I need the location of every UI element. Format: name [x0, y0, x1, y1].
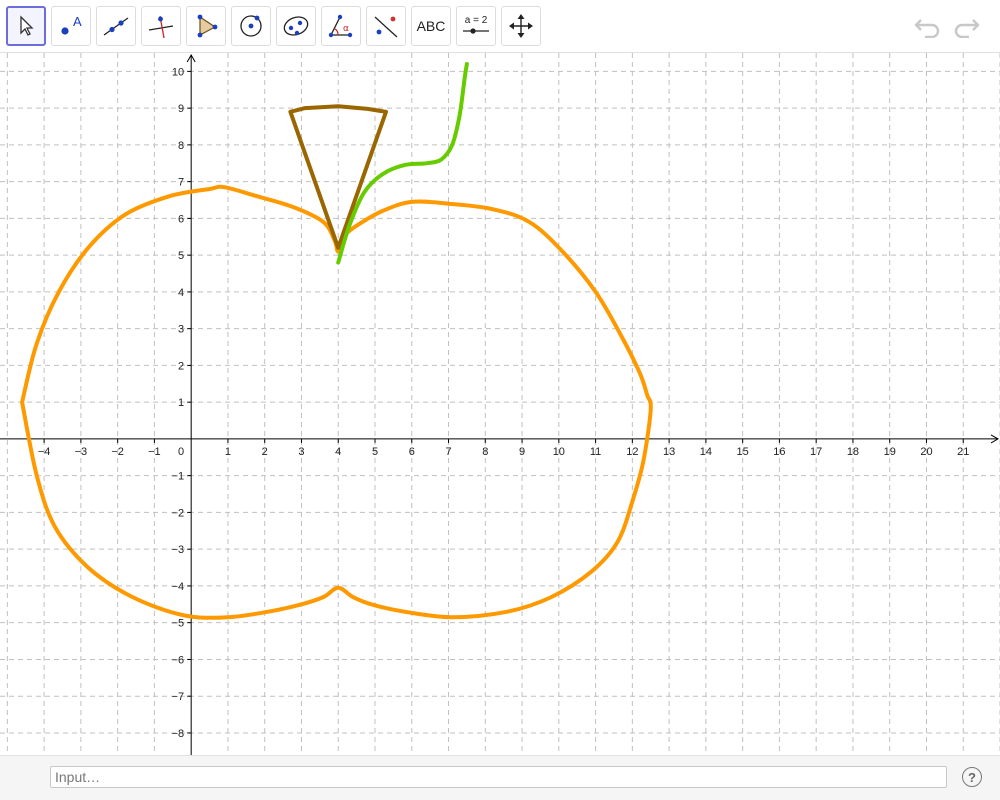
help-icon: ?: [968, 769, 976, 785]
y-tick-label: −3: [172, 544, 185, 556]
circle-tool[interactable]: [231, 6, 271, 46]
y-tick-label: −1: [172, 471, 185, 483]
y-tick-label: 7: [178, 177, 184, 189]
graphics-view[interactable]: −4 −3 −2 −1 1 2 3 4 5 6 7 8 9 10 11 12 13 14 15 16 17 18 19 20 2…: [0, 53, 1000, 755]
x-tick-label: 6: [409, 446, 415, 458]
ellipse-icon: [283, 16, 309, 36]
x-tick-label: −4: [38, 446, 51, 458]
y-tick-label: 1: [178, 397, 184, 409]
x-tick-label: 1: [225, 446, 231, 458]
y-tick-label: 9: [178, 103, 184, 115]
slider-icon: a = 2: [463, 15, 489, 34]
y-tick-label: −5: [172, 618, 185, 630]
line-tool[interactable]: [96, 6, 136, 46]
arrow-cursor-icon: [20, 15, 34, 36]
angle-tool-label: α: [343, 24, 349, 34]
x-tick-label: 17: [810, 446, 822, 458]
y-tick-label: 3: [178, 324, 184, 336]
undo-icon: [914, 19, 940, 38]
text-tool-label: ABC: [416, 18, 446, 34]
x-tick-label: 5: [372, 446, 378, 458]
reflect-tool[interactable]: [366, 6, 406, 46]
apple-leaf-curve[interactable]: [336, 62, 469, 265]
help-button[interactable]: ?: [962, 767, 982, 787]
x-tick-label: 16: [773, 446, 785, 458]
x-tick-label: 20: [920, 446, 932, 458]
input-bar: ?: [0, 755, 1000, 800]
x-tick-label: 9: [519, 446, 525, 458]
perpendicular-line-icon: [148, 15, 174, 39]
x-tick-label: 18: [847, 446, 859, 458]
x-tick-label: −3: [75, 446, 88, 458]
x-tick-label: 19: [884, 446, 896, 458]
slider-tool[interactable]: a = 2: [456, 6, 496, 46]
redo-button[interactable]: [950, 12, 982, 40]
x-tick-label: 15: [737, 446, 749, 458]
y-tick-label: −4: [172, 581, 185, 593]
x-tick-label: 14: [700, 446, 712, 458]
angle-tool[interactable]: α: [321, 6, 361, 46]
x-tick-label: 21: [957, 446, 969, 458]
y-tick-label: 5: [178, 250, 184, 262]
point-tool-label: A: [73, 14, 82, 29]
x-tick-label: 8: [482, 446, 488, 458]
polygon-icon: [197, 14, 218, 38]
x-tick-label: 10: [553, 446, 565, 458]
conic-tool[interactable]: [276, 6, 316, 46]
y-tick-label: 8: [178, 140, 184, 152]
slider-tool-label: a = 2: [465, 15, 488, 26]
y-tick-label: 4: [178, 287, 184, 299]
graphics-canvas[interactable]: −4 −3 −2 −1 1 2 3 4 5 6 7 8 9 10 11 12 13 14 15 16 17 18 19 20 2…: [0, 53, 1000, 755]
toolbar: A α ABC a = 2: [0, 0, 1000, 53]
redo-icon: [954, 19, 980, 38]
x-tick-label: 13: [663, 446, 675, 458]
line-through-points-icon: [103, 17, 129, 36]
x-tick-label: 11: [590, 446, 601, 458]
y-tick-label: 10: [172, 66, 184, 78]
undo-button[interactable]: [912, 12, 944, 40]
y-tick-label: −2: [172, 507, 185, 519]
perpendicular-tool[interactable]: [141, 6, 181, 46]
angle-icon: α: [328, 14, 353, 38]
point-tool[interactable]: A: [51, 6, 91, 46]
point-icon: A: [61, 14, 82, 35]
y-tick-label: 2: [178, 360, 184, 372]
move-graphics-tool[interactable]: [501, 6, 541, 46]
x-tick-label: 4: [335, 446, 341, 458]
move-tool[interactable]: [6, 6, 46, 46]
x-tick-label: 2: [262, 446, 268, 458]
x-tick-label: 3: [298, 446, 304, 458]
x-tick-label: 12: [626, 446, 638, 458]
y-tick-label: −7: [172, 691, 185, 703]
y-tick-label: −8: [172, 728, 185, 740]
text-tool[interactable]: ABC: [411, 6, 451, 46]
x-tick-label: −1: [148, 446, 161, 458]
polygon-tool[interactable]: [186, 6, 226, 46]
reflect-about-line-icon: [374, 16, 398, 38]
y-tick-label: −6: [172, 654, 185, 666]
circle-center-point-icon: [240, 15, 262, 37]
x-tick-label: −2: [111, 446, 124, 458]
x-tick-label: 7: [445, 446, 451, 458]
origin-label: 0: [178, 446, 184, 458]
move-graphics-icon: [509, 14, 533, 38]
algebra-input[interactable]: [50, 766, 947, 788]
y-tick-label: 6: [178, 213, 184, 225]
